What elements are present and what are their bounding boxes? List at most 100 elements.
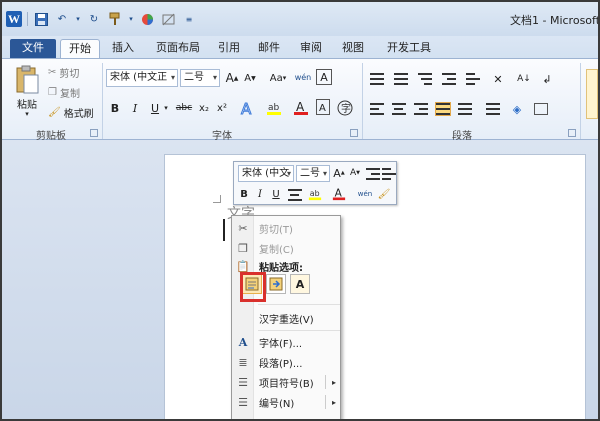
chevron-down-icon: ▾ xyxy=(170,73,175,82)
bold-button[interactable]: B xyxy=(108,99,122,117)
mini-bold-button[interactable]: B xyxy=(238,186,250,202)
mini-center-icon[interactable] xyxy=(288,189,302,201)
align-center-icon[interactable] xyxy=(392,103,406,115)
menu-item-font[interactable]: A 字体(F)... xyxy=(232,332,342,352)
chevron-down-icon[interactable]: ▾ xyxy=(75,11,81,27)
enclose-character-icon[interactable]: 字 xyxy=(336,99,354,117)
customize-qat-icon[interactable]: ≡ xyxy=(181,11,197,27)
paste-icon[interactable] xyxy=(12,65,42,95)
mini-font-name-box[interactable]: 宋体 (中文 ▾ xyxy=(238,165,294,182)
mini-italic-button[interactable]: I xyxy=(254,186,266,202)
scissors-icon: ✂ xyxy=(48,66,57,78)
numbering-icon[interactable] xyxy=(394,73,408,85)
highlight-icon[interactable]: ab xyxy=(264,99,284,117)
save-icon[interactable] xyxy=(33,11,49,27)
undo-icon[interactable]: ↶ xyxy=(54,11,70,27)
justify-icon[interactable] xyxy=(435,102,451,116)
text-effects-icon[interactable]: A xyxy=(238,99,256,117)
font-launcher[interactable] xyxy=(350,129,358,137)
word-logo-icon[interactable]: W xyxy=(6,11,22,27)
styles-gallery[interactable] xyxy=(586,69,598,119)
line-spacing-icon[interactable] xyxy=(486,103,500,115)
tab-view[interactable]: 视图 xyxy=(340,39,366,58)
font-color-icon[interactable]: A xyxy=(292,99,310,117)
tab-references[interactable]: 引用 xyxy=(216,39,242,58)
menu-item-copy[interactable]: ❐ 复制(C) xyxy=(232,238,342,258)
cut-button[interactable]: ✂ 剪切 xyxy=(48,65,79,80)
character-border-button[interactable]: A xyxy=(316,69,332,85)
grow-font-button[interactable]: A ▲ xyxy=(224,69,240,87)
bullets-icon[interactable] xyxy=(370,73,384,85)
chevron-down-icon[interactable]: ▾ xyxy=(22,109,32,119)
character-shading-icon[interactable]: A xyxy=(316,99,330,115)
clipboard-launcher[interactable] xyxy=(90,129,98,137)
tab-mailings[interactable]: 邮件 xyxy=(256,39,282,58)
chevron-down-icon[interactable]: ▾ xyxy=(128,11,134,27)
change-case-button[interactable]: Aa ▾ xyxy=(268,69,288,87)
clipboard-icon: 📋 xyxy=(236,259,250,273)
paragraph-launcher[interactable] xyxy=(568,129,576,137)
group-divider xyxy=(102,63,103,139)
mini-underline-button[interactable]: U xyxy=(270,186,282,202)
menu-item-label: 项目符号(B) xyxy=(259,378,314,390)
sort-icon[interactable]: A↓ xyxy=(516,73,532,85)
color-wheel-icon[interactable] xyxy=(139,11,155,27)
strikethrough-button[interactable]: abc xyxy=(174,99,194,117)
font-name-box[interactable]: 宋体 (中文正 ▾ xyxy=(106,69,178,87)
format-painter-icon[interactable] xyxy=(107,11,123,27)
mini-highlight-icon[interactable]: ab xyxy=(306,186,324,202)
clear-format-icon[interactable] xyxy=(160,11,176,27)
copy-icon: ❐ xyxy=(48,86,57,98)
paste-button[interactable]: 粘贴 xyxy=(14,97,40,111)
mini-phonetic-icon[interactable]: wén xyxy=(356,186,374,202)
borders-icon[interactable] xyxy=(534,103,548,115)
chinese-layout-icon[interactable]: ✕ xyxy=(490,73,506,86)
paste-text-only-icon[interactable]: A xyxy=(290,274,310,294)
paste-merge-formatting-icon[interactable] xyxy=(266,274,286,294)
tab-review[interactable]: 审阅 xyxy=(298,39,324,58)
distributed-icon[interactable] xyxy=(458,103,472,115)
show-marks-icon[interactable]: ↲ xyxy=(542,73,552,86)
align-right-icon[interactable] xyxy=(414,103,428,115)
menu-item-reconversion[interactable]: 汉字重选(V) xyxy=(232,308,342,328)
subscript-button[interactable]: x₂ xyxy=(196,99,212,117)
italic-button[interactable]: I xyxy=(128,99,142,117)
mini-increase-indent-icon[interactable] xyxy=(382,168,396,180)
copy-button[interactable]: ❐ 复制 xyxy=(48,85,80,100)
tab-home[interactable]: 开始 xyxy=(60,39,100,58)
align-left-icon[interactable] xyxy=(370,103,384,115)
svg-text:ab: ab xyxy=(268,103,280,113)
font-size-box[interactable]: 二号 ▾ xyxy=(180,69,220,87)
increase-indent-icon[interactable] xyxy=(466,73,480,85)
mini-font-size-box[interactable]: 二号 ▾ xyxy=(296,165,330,182)
mini-font-color-icon[interactable]: A xyxy=(330,186,348,202)
multilevel-list-icon[interactable] xyxy=(418,73,432,85)
tab-file[interactable]: 文件 xyxy=(10,39,56,58)
document-title: 文档1 - Microsoft xyxy=(510,14,600,27)
mini-format-painter-icon[interactable]: 🖌 xyxy=(376,186,392,202)
underline-button[interactable]: U xyxy=(148,99,162,117)
redo-icon[interactable]: ↻ xyxy=(86,11,102,27)
tab-insert[interactable]: 插入 xyxy=(108,39,138,58)
shrink-font-button[interactable]: A ▼ xyxy=(242,69,258,87)
mini-grow-font-icon[interactable]: A ▲ xyxy=(332,165,346,181)
tab-page-layout[interactable]: 页面布局 xyxy=(152,39,204,58)
tab-developer[interactable]: 开发工具 xyxy=(384,39,434,58)
shading-icon[interactable]: ◈ xyxy=(508,103,526,116)
chevron-down-icon[interactable]: ▾ xyxy=(162,99,170,117)
format-painter-button[interactable]: 🖌 格式刷 xyxy=(48,105,94,120)
mini-shrink-font-icon[interactable]: A ▼ xyxy=(348,165,362,181)
highlight-box xyxy=(240,272,266,302)
phonetic-guide-button[interactable]: wén xyxy=(294,67,312,87)
menu-item-bullets[interactable]: ☰ 项目符号(B) ▸ xyxy=(232,372,342,392)
group-divider xyxy=(362,63,363,139)
chevron-down-icon: ▾ xyxy=(212,73,217,82)
menu-item-numbering[interactable]: ☰ 编号(N) ▸ xyxy=(232,392,342,412)
menu-item-cut[interactable]: ✂ 剪切(T) xyxy=(232,218,342,238)
mini-decrease-indent-icon[interactable] xyxy=(366,168,380,180)
ribbon: 粘贴 ▾ ✂ 剪切 ❐ 复制 🖌 格式刷 剪贴板 宋体 (中文正 ▾ 二号 ▾ … xyxy=(2,58,598,142)
superscript-button[interactable]: x² xyxy=(214,99,230,117)
decrease-indent-icon[interactable] xyxy=(442,73,456,85)
menu-item-paragraph[interactable]: ≣ 段落(P)... xyxy=(232,352,342,372)
submenu-divider xyxy=(325,375,326,389)
